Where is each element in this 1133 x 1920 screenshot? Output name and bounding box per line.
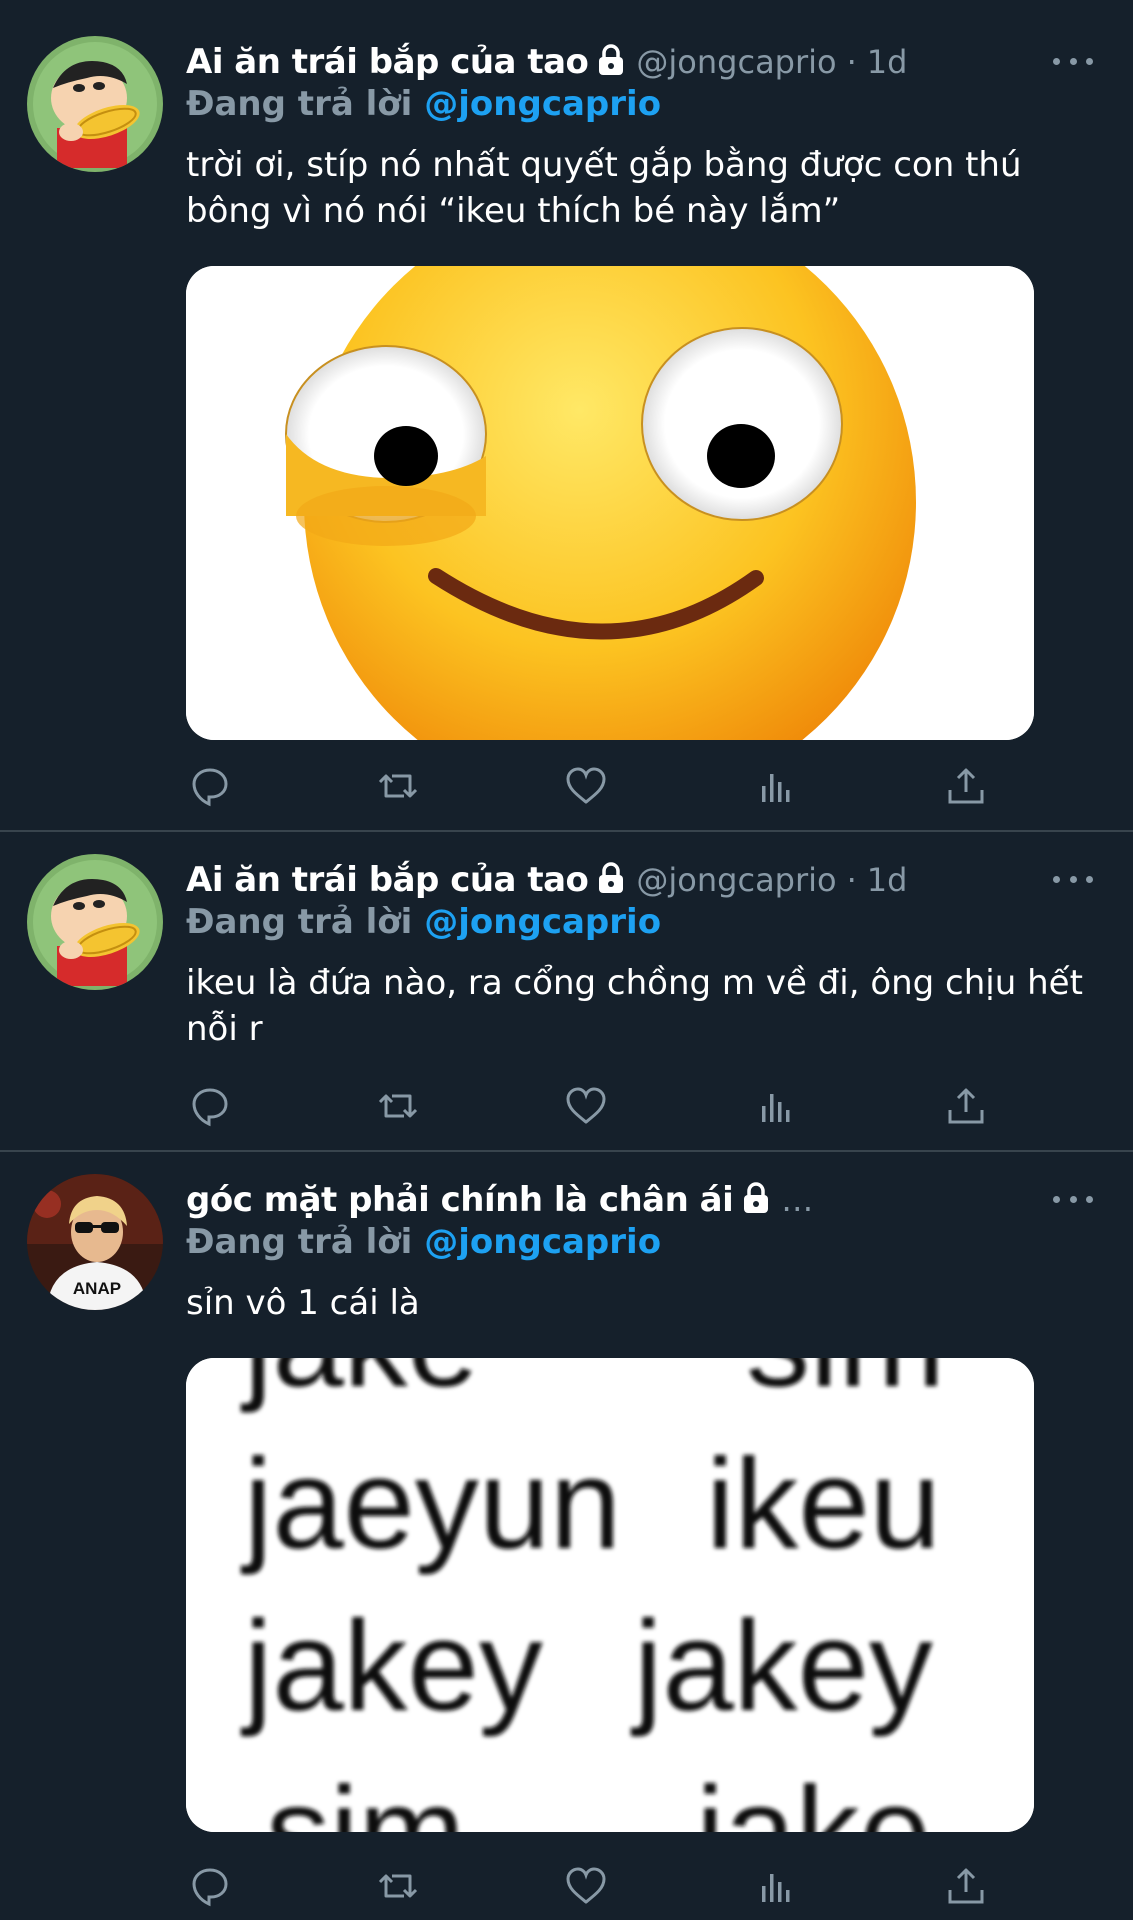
reply-icon[interactable] <box>186 762 234 810</box>
display-name[interactable]: góc mặt phải chính là chân ái <box>186 1180 734 1220</box>
avatar[interactable] <box>27 854 163 990</box>
replying-to-link[interactable]: @jongcaprio <box>424 84 661 124</box>
reply-icon[interactable] <box>186 1862 234 1910</box>
tweet-text: trời ơi, stíp nó nhất quyết gắp bằng đượ… <box>186 145 1022 231</box>
like-icon[interactable] <box>562 1082 610 1130</box>
replying-to-link[interactable]: @jongcaprio <box>424 902 661 942</box>
avatar[interactable]: ANAP <box>27 1174 163 1310</box>
separator-dot: · <box>846 43 857 81</box>
tweet[interactable]: Ai ăn trái bắp của tao @jongcaprio · 1d … <box>0 0 1133 830</box>
like-icon[interactable] <box>562 1862 610 1910</box>
more-icon[interactable] <box>1053 46 1093 76</box>
like-icon[interactable] <box>562 762 610 810</box>
replying-to-link[interactable]: @jongcaprio <box>424 1222 661 1262</box>
share-icon[interactable] <box>942 1082 990 1130</box>
tweet-text: ikeu là đứa nào, ra cổng chồng m về đi, … <box>186 963 1083 1049</box>
tweet[interactable]: Ai ăn trái bắp của tao @jongcaprio · 1d … <box>0 832 1133 1150</box>
image-word: jake <box>240 1358 479 1414</box>
image-word: sim <box>746 1358 945 1414</box>
retweet-icon[interactable] <box>374 762 422 810</box>
more-icon[interactable] <box>1053 1184 1093 1214</box>
analytics-icon[interactable] <box>752 1082 800 1130</box>
retweet-icon[interactable] <box>374 1862 422 1910</box>
analytics-icon[interactable] <box>752 762 800 810</box>
lock-icon <box>596 862 626 898</box>
retweet-icon[interactable] <box>374 1082 422 1130</box>
share-icon[interactable] <box>942 762 990 810</box>
lock-icon <box>741 1182 771 1218</box>
analytics-icon[interactable] <box>752 1862 800 1910</box>
image-word: sim <box>266 1761 465 1832</box>
share-icon[interactable] <box>942 1862 990 1910</box>
handle[interactable]: @jongcaprio <box>636 861 836 899</box>
timestamp[interactable]: 1d <box>867 43 908 81</box>
display-name[interactable]: Ai ăn trái bắp của tao <box>186 42 589 82</box>
image-word: jake <box>692 1761 931 1832</box>
replying-to-label: Đang trả lời <box>186 902 413 942</box>
image-word: ikeu <box>706 1433 941 1576</box>
avatar[interactable] <box>27 36 163 172</box>
timestamp[interactable]: 1d <box>867 861 908 899</box>
handle[interactable]: @jongcaprio <box>636 43 836 81</box>
display-name[interactable]: Ai ăn trái bắp của tao <box>186 860 589 900</box>
image-word: jaeyun <box>240 1433 621 1576</box>
tweet-image[interactable]: jake sim jaeyun ikeu jakey jakey sim jak… <box>186 1358 1034 1832</box>
replying-to-label: Đang trả lời <box>186 1222 413 1262</box>
avatar-shirt-text: ANAP <box>73 1279 121 1298</box>
image-word: jakey <box>630 1595 933 1738</box>
truncation-ellipsis: … <box>781 1181 814 1219</box>
lock-icon <box>596 44 626 80</box>
replying-to-label: Đang trả lời <box>186 84 413 124</box>
tweet[interactable]: ANAP góc mặt phải chính là chân ái … Đan… <box>0 1152 1133 1920</box>
tweet-text: sỉn vô 1 cái là <box>186 1283 420 1323</box>
more-icon[interactable] <box>1053 864 1093 894</box>
reply-icon[interactable] <box>186 1082 234 1130</box>
image-word: jakey <box>240 1595 543 1738</box>
separator-dot: · <box>846 861 857 899</box>
tweet-image[interactable] <box>186 266 1034 740</box>
